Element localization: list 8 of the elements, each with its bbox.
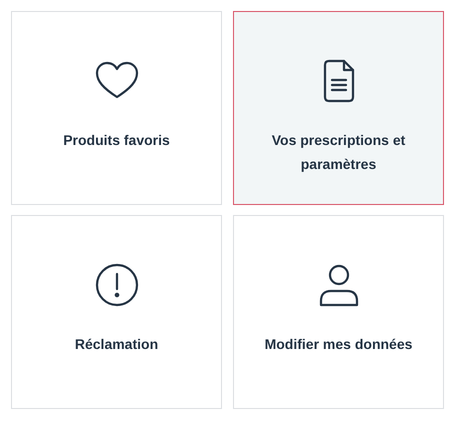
tile-label: Produits favoris	[63, 131, 170, 150]
tile-label: Réclamation	[74, 335, 158, 354]
menu-tile[interactable]: Réclamation	[11, 215, 222, 409]
tile-label: Vos prescriptions et paramètres	[270, 131, 406, 174]
menu-tile[interactable]: Modifier mes données	[233, 215, 444, 409]
tile-label: Modifier mes données	[264, 335, 412, 354]
menu-tile[interactable]: Vos prescriptions et paramètres	[233, 11, 444, 205]
menu-tile[interactable]: Produits favoris	[11, 11, 222, 205]
